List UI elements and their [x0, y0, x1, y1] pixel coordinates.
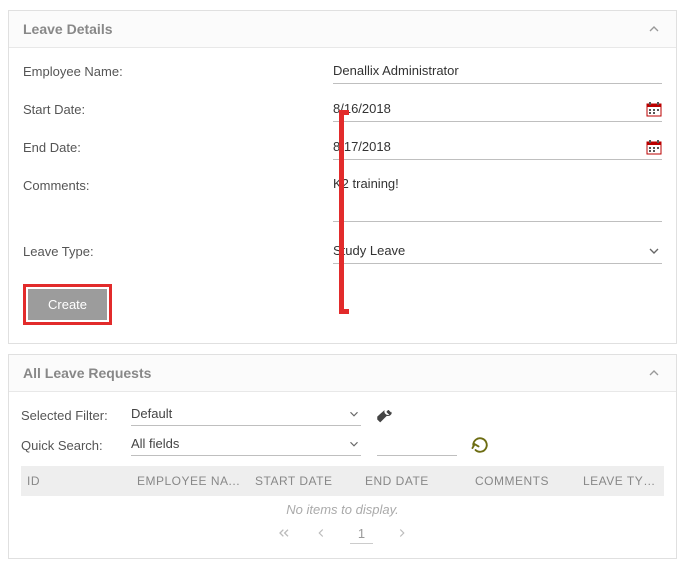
refresh-icon[interactable]: [471, 436, 489, 454]
col-header-id[interactable]: ID: [21, 466, 131, 496]
leave-details-panel: Leave Details Employee Name: Denallix Ad…: [8, 10, 677, 344]
value-employee-text: Denallix Administrator: [333, 63, 459, 78]
col-header-leave-type[interactable]: LEAVE TYPE: [577, 466, 664, 496]
collapse-icon[interactable]: [646, 365, 662, 381]
row-start-date: Start Date: 8/16/2018: [23, 100, 662, 124]
value-employee[interactable]: Denallix Administrator: [333, 62, 662, 84]
chevron-down-icon: [347, 437, 361, 451]
row-comments: Comments: K2 training!: [23, 176, 662, 222]
calendar-icon[interactable]: [646, 101, 662, 117]
wrench-icon[interactable]: [375, 406, 393, 424]
value-comments-text: K2 training!: [333, 176, 399, 191]
grid-empty-text: No items to display.: [21, 496, 664, 523]
col-header-start-date[interactable]: START DATE: [249, 466, 359, 496]
selected-filter-text: Default: [131, 406, 172, 421]
panel-header: All Leave Requests: [9, 355, 676, 392]
all-leave-requests-panel: All Leave Requests Selected Filter: Defa…: [8, 354, 677, 559]
label-quick-search: Quick Search:: [21, 438, 131, 453]
row-selected-filter: Selected Filter: Default: [21, 400, 664, 430]
label-employee: Employee Name:: [23, 62, 333, 79]
col-header-employee[interactable]: EMPLOYEE NA...: [131, 466, 249, 496]
value-comments[interactable]: K2 training!: [333, 176, 662, 222]
value-leave-type[interactable]: Study Leave: [333, 242, 662, 264]
value-start-date-text: 8/16/2018: [333, 101, 391, 116]
row-quick-search: Quick Search: All fields: [21, 430, 664, 460]
row-end-date: End Date: 8/17/2018: [23, 138, 662, 162]
panel-body: Employee Name: Denallix Administrator St…: [9, 48, 676, 343]
value-leave-type-text: Study Leave: [333, 243, 405, 258]
row-leave-type: Leave Type: Study Leave: [23, 242, 662, 266]
col-header-end-date[interactable]: END DATE: [359, 466, 469, 496]
first-page-icon[interactable]: [276, 525, 292, 544]
label-start-date: Start Date:: [23, 100, 333, 117]
create-button[interactable]: Create: [28, 289, 107, 320]
panel-title: Leave Details: [23, 21, 113, 37]
value-end-date-text: 8/17/2018: [333, 139, 391, 154]
chevron-down-icon: [347, 407, 361, 421]
grid-header: ID EMPLOYEE NA... START DATE END DATE CO…: [21, 466, 664, 496]
label-comments: Comments:: [23, 176, 333, 193]
value-start-date[interactable]: 8/16/2018: [333, 100, 662, 122]
label-selected-filter: Selected Filter:: [21, 408, 131, 423]
collapse-icon[interactable]: [646, 21, 662, 37]
create-highlight: Create: [23, 284, 112, 325]
selected-filter-dropdown[interactable]: Default: [131, 404, 361, 426]
page-number[interactable]: 1: [350, 526, 373, 544]
row-employee: Employee Name: Denallix Administrator: [23, 62, 662, 86]
pager: 1: [21, 523, 664, 552]
next-page-icon[interactable]: [395, 526, 409, 543]
value-end-date[interactable]: 8/17/2018: [333, 138, 662, 160]
quick-search-text: All fields: [131, 436, 179, 451]
panel-header: Leave Details: [9, 11, 676, 48]
panel-title: All Leave Requests: [23, 365, 151, 381]
quick-search-dropdown[interactable]: All fields: [131, 434, 361, 456]
chevron-down-icon: [646, 243, 662, 259]
label-leave-type: Leave Type:: [23, 242, 333, 259]
quick-search-input[interactable]: [377, 434, 457, 456]
prev-page-icon[interactable]: [314, 526, 328, 543]
calendar-icon[interactable]: [646, 139, 662, 155]
col-header-comments[interactable]: COMMENTS: [469, 466, 577, 496]
panel-body: Selected Filter: Default Quick Search: A…: [9, 392, 676, 558]
label-end-date: End Date:: [23, 138, 333, 155]
